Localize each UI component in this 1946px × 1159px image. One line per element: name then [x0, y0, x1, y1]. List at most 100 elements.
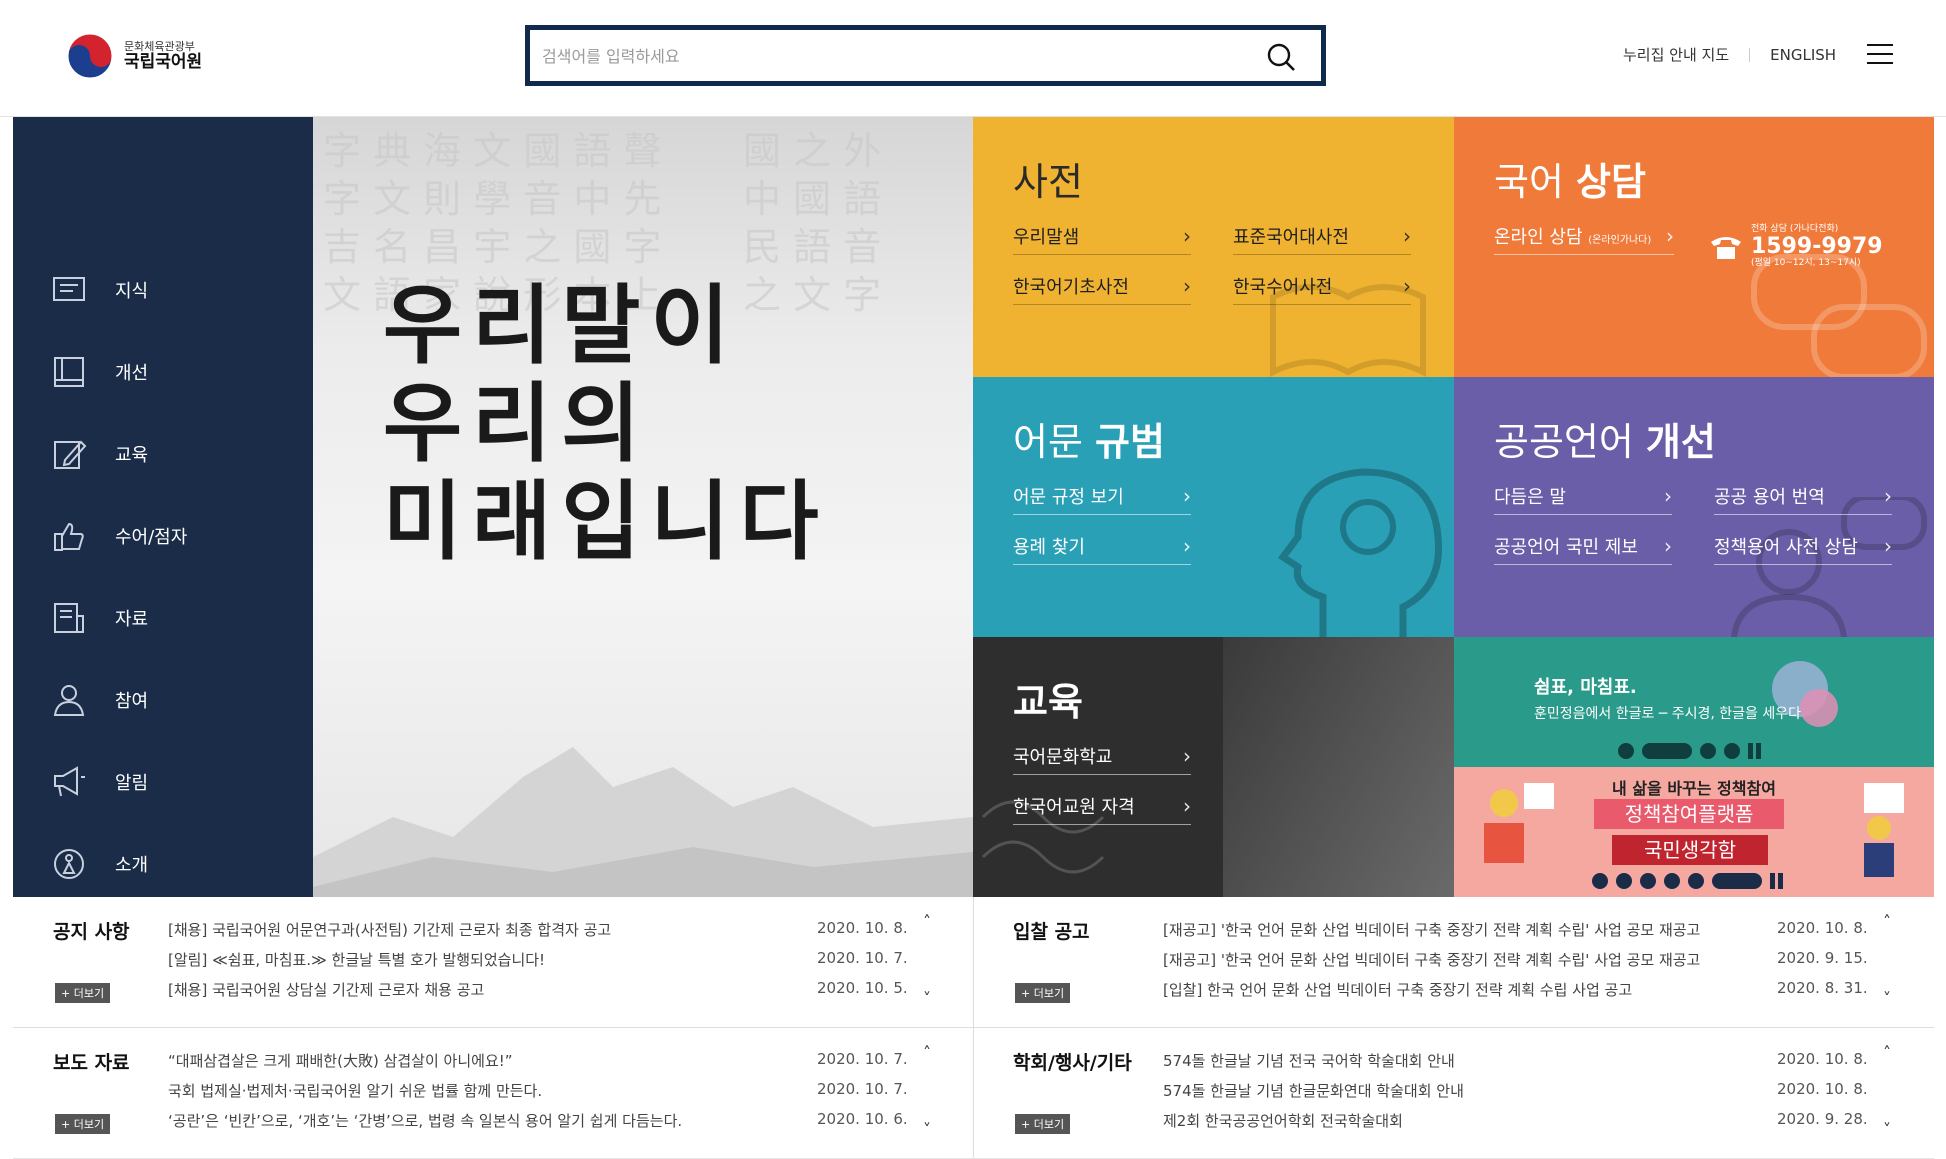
- pagination-dot-active[interactable]: [1712, 873, 1762, 889]
- pause-icon[interactable]: [1770, 873, 1784, 889]
- chevron-right-icon: ›: [1403, 223, 1411, 248]
- more-button[interactable]: + 더보기: [55, 1114, 111, 1134]
- hamburger-menu-icon[interactable]: [1867, 44, 1893, 66]
- chevron-up-icon[interactable]: ˄: [1883, 912, 1891, 931]
- press-board: 보도 자료 + 더보기 “대패삼겹살은 크게 패배한(大敗) 삼겹살이 아니에요…: [13, 1028, 973, 1158]
- telephone-icon: [1711, 236, 1741, 259]
- chevron-right-icon: ›: [1183, 223, 1191, 248]
- board-scroll: ˄ ˅: [923, 912, 931, 1008]
- board-title: 공지 사항: [53, 921, 130, 943]
- chevron-up-icon[interactable]: ˄: [923, 1043, 931, 1062]
- list-item[interactable]: [채용] 국립국어원 어문연구과(사전팀) 기간제 근로자 최종 합격자 공고: [168, 919, 611, 949]
- list-item[interactable]: [알림] ≪쉼표, 마침표.≫ 한글날 특별 호가 발행되었습니다!: [168, 949, 611, 979]
- banner-pagination: [1618, 743, 1762, 759]
- decor-circle: [1800, 689, 1838, 727]
- link-sign-dictionary[interactable]: 한국수어사전 ›: [1233, 267, 1411, 305]
- pagination-dot[interactable]: [1700, 743, 1716, 759]
- list-item[interactable]: [채용] 국립국어원 상담실 기간제 근로자 채용 공고: [168, 979, 611, 1009]
- list-item[interactable]: 제2회 한국공공언어학회 전국학술대회: [1163, 1110, 1464, 1140]
- chevron-right-icon: ›: [1664, 533, 1672, 558]
- sidebar-item-notice[interactable]: 알림: [13, 752, 313, 812]
- pagination-dot[interactable]: [1724, 743, 1740, 759]
- link-language-school[interactable]: 국어문화학교 ›: [1013, 737, 1191, 775]
- banner-subtitle: 훈민정음에서 한글로 ─ 주시경, 한글을 세우다: [1534, 706, 1801, 722]
- pagination-dot[interactable]: [1618, 743, 1634, 759]
- link-basic-dictionary[interactable]: 한국어기초사전 ›: [1013, 267, 1191, 305]
- rest-period-banner[interactable]: 쉼표, 마침표. 훈민정음에서 한글로 ─ 주시경, 한글을 세우다: [1454, 637, 1934, 767]
- pagination-dot[interactable]: [1616, 873, 1632, 889]
- list-item[interactable]: [재공고] '한국 언어 문화 산업 빅데이터 구축 중장기 전략 계획 수립'…: [1163, 919, 1700, 949]
- search-input[interactable]: [542, 40, 1242, 72]
- banner2-mid: 정책참여플랫폼: [1594, 799, 1784, 829]
- chevron-right-icon: ›: [1183, 483, 1191, 508]
- edit-icon: [54, 440, 87, 469]
- document-icon: [54, 603, 84, 633]
- pagination-dot-active[interactable]: [1642, 743, 1692, 759]
- list-item[interactable]: ‘공란’은 ‘빈칸’으로, ‘개호’는 ‘간병’으로, 법령 속 일본식 용어 …: [168, 1110, 682, 1140]
- link-norm-rules[interactable]: 어문 규정 보기 ›: [1013, 477, 1191, 515]
- link-teacher-certification[interactable]: 한국어교원 자격 ›: [1013, 787, 1191, 825]
- chevron-down-icon[interactable]: ˅: [923, 1120, 931, 1139]
- more-button[interactable]: + 더보기: [55, 983, 111, 1003]
- chevron-down-icon[interactable]: ˅: [1883, 989, 1891, 1008]
- pagination-dot[interactable]: [1688, 873, 1704, 889]
- person-chat-icon: [1731, 497, 1927, 637]
- link-refined-words[interactable]: 다듬은 말 ›: [1494, 477, 1672, 515]
- sidebar-item-education[interactable]: 교육: [13, 424, 313, 484]
- sidebar-item-knowledge[interactable]: 지식: [13, 260, 313, 320]
- public-language-tile: 공공언어 개선 다듬은 말 › 공공 용어 번역 › 공공언어 국민 제보 › 정책용…: [1454, 377, 1934, 637]
- link-urimalsaem[interactable]: 우리말샘 ›: [1013, 217, 1191, 255]
- link-usage-search[interactable]: 용례 찾기 ›: [1013, 527, 1191, 565]
- chevron-down-icon[interactable]: ˅: [1883, 1120, 1891, 1139]
- dictionary-title: 사전: [1013, 160, 1083, 204]
- sidebar-item-improve[interactable]: 개선: [13, 342, 313, 402]
- pagination-dot[interactable]: [1664, 873, 1680, 889]
- link-standard-dictionary[interactable]: 표준국어대사전 ›: [1233, 217, 1411, 255]
- pause-icon[interactable]: [1748, 743, 1762, 759]
- sitemap-link[interactable]: 누리집 안내 지도: [1623, 44, 1729, 65]
- online-counsel-link[interactable]: 온라인 상담 (온라인가나다) ›: [1494, 217, 1674, 255]
- chevron-right-icon: ›: [1884, 533, 1892, 558]
- board-dates: 2020. 10. 8. 2020. 10. 8. 2020. 9. 28.: [1777, 1050, 1868, 1128]
- link-public-report[interactable]: 공공언어 국민 제보 ›: [1494, 527, 1672, 565]
- sidebar: 지식 개선 교육 수어/점자 자료 참여 알림 소개: [13, 117, 313, 897]
- search-icon[interactable]: [1266, 42, 1296, 72]
- list-item[interactable]: [재공고] '한국 언어 문화 산업 빅데이터 구축 중장기 전략 계획 수립'…: [1163, 949, 1700, 979]
- chevron-up-icon[interactable]: ˄: [1883, 1043, 1891, 1062]
- pagination-dot[interactable]: [1592, 873, 1608, 889]
- sidebar-item-resources[interactable]: 자료: [13, 588, 313, 648]
- link-public-term-translation[interactable]: 공공 용어 번역 ›: [1714, 477, 1892, 515]
- sidebar-item-label: 자료: [115, 609, 149, 630]
- sidebar-item-participate[interactable]: 참여: [13, 670, 313, 730]
- phone-counsel: 전화 상담 (가나다전화) 1599-9979 (평일 10~12시, 13~1…: [1709, 224, 1883, 269]
- chevron-up-icon[interactable]: ˄: [923, 912, 931, 931]
- list-item[interactable]: 574돌 한글날 기념 전국 국어학 학술대회 안내: [1163, 1050, 1464, 1080]
- event-board: 학회/행사/기타 + 더보기 574돌 한글날 기념 전국 국어학 학술대회 안…: [973, 1028, 1934, 1158]
- site-logo[interactable]: 문화체육관광부 국립국어원: [66, 32, 202, 80]
- hero-headline: 우리말이 우리의 미래입니다: [383, 276, 829, 572]
- chevron-right-icon: ›: [1183, 793, 1191, 818]
- taegeuk-emblem-icon: [67, 33, 113, 79]
- pagination-dot[interactable]: [1640, 873, 1656, 889]
- sidebar-item-label: 개선: [115, 363, 149, 384]
- banner-title: 쉼표, 마침표.: [1534, 677, 1637, 698]
- list-item[interactable]: “대패삼겹살은 크게 패배한(大敗) 삼겹살이 아니에요!”: [168, 1050, 682, 1080]
- more-button[interactable]: + 더보기: [1015, 983, 1071, 1003]
- link-policy-term-counsel[interactable]: 정책용어 사전 상담 ›: [1714, 527, 1892, 565]
- board-list: 574돌 한글날 기념 전국 국어학 학술대회 안내 574돌 한글날 기념 한…: [1163, 1050, 1464, 1140]
- list-item[interactable]: 국회 법제실·법제처·국립국어원 알기 쉬운 법률 함께 만든다.: [168, 1080, 682, 1110]
- chevron-down-icon[interactable]: ˅: [923, 989, 931, 1008]
- chevron-right-icon: ›: [1884, 483, 1892, 508]
- list-item[interactable]: 574돌 한글날 기념 한글문화연대 학술대회 안내: [1163, 1080, 1464, 1110]
- list-item[interactable]: [입찰] 한국 언어 문화 산업 빅데이터 구축 중장기 전략 계획 수립 사업…: [1163, 979, 1700, 1009]
- policy-platform-banner[interactable]: 내 삶을 바꾸는 정책참여 정책참여플랫폼 국민생각함: [1454, 767, 1934, 897]
- sidebar-item-label: 소개: [115, 855, 149, 876]
- sidebar-item-sign-braille[interactable]: 수어/점자: [13, 506, 313, 566]
- board-dates: 2020. 10. 8. 2020. 10. 7. 2020. 10. 5.: [817, 919, 908, 997]
- board-list: [채용] 국립국어원 어문연구과(사전팀) 기간제 근로자 최종 합격자 공고 …: [168, 919, 611, 1009]
- board-title: 입찰 공고: [1013, 921, 1090, 943]
- more-button[interactable]: + 더보기: [1015, 1114, 1071, 1134]
- counsel-tile: 국어 상담 온라인 상담 (온라인가나다) › 전화 상담 (가나다전화) 159…: [1454, 117, 1934, 377]
- sidebar-item-about[interactable]: 소개: [13, 834, 313, 894]
- english-link[interactable]: ENGLISH: [1770, 46, 1836, 64]
